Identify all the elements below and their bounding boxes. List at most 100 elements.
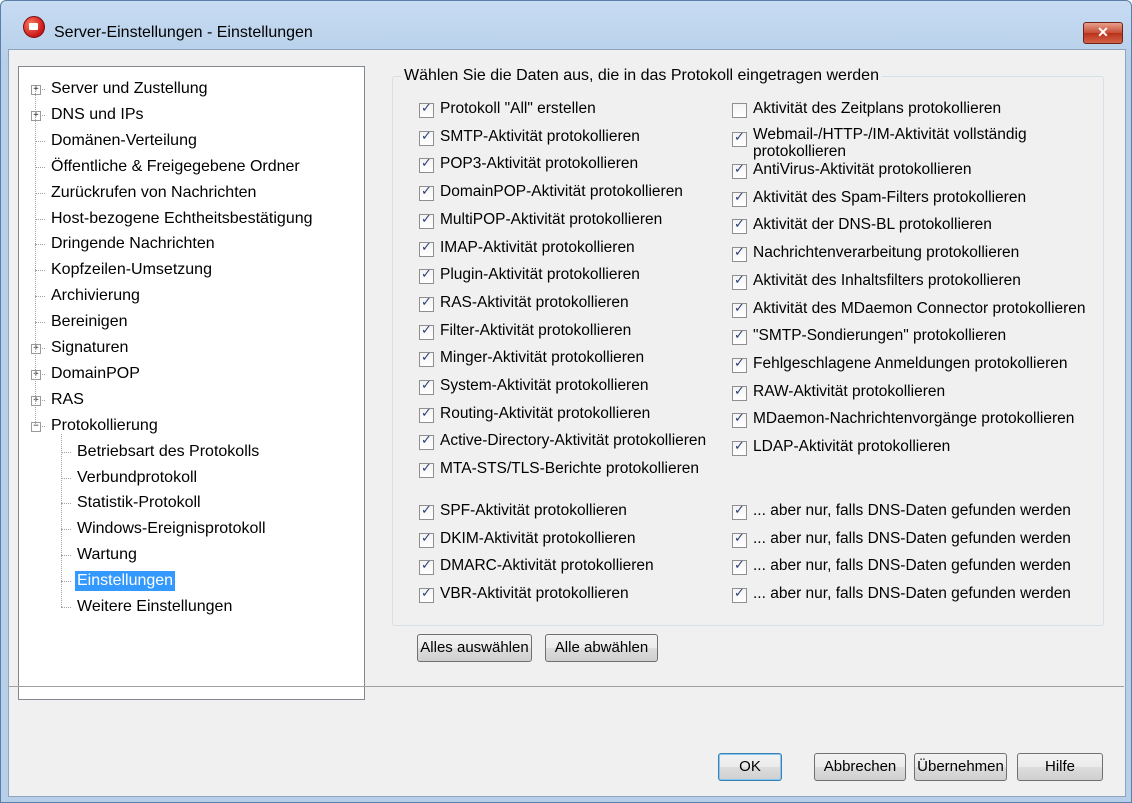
tree-item[interactable]: Kopfzeilen-Umsetzung [51,260,212,280]
checkbox-checked-icon[interactable] [732,190,747,207]
checkbox-checked-icon[interactable] [732,130,747,147]
checkbox-checked-icon[interactable] [419,101,434,118]
checkbox-checked-icon[interactable] [732,162,747,179]
log-option-checkbox[interactable]: Aktivität des Inhaltsfilters protokollie… [732,272,1021,294]
checkbox-checked-icon[interactable] [419,461,434,479]
checkbox-checked-icon[interactable] [419,433,434,451]
tree-item[interactable]: Wartung [77,545,137,565]
checkbox-checked-icon[interactable] [732,503,747,520]
checkbox-checked-icon[interactable] [419,558,434,575]
tree-item[interactable]: Betriebsart des Protokolls [77,442,259,462]
checkbox-checked-icon[interactable] [732,531,747,548]
log-option-checkbox[interactable]: System-Aktivität protokollieren [419,377,648,399]
log-option-checkbox[interactable]: Fehlgeschlagene Anmeldungen protokollier… [732,355,1068,377]
log-option-checkbox[interactable]: Protokoll "All" erstellen [419,100,596,122]
dns-only-option-checkbox[interactable]: ... aber nur, falls DNS-Daten gefunden w… [732,557,1071,579]
log-option-checkbox[interactable]: Aktivität des Spam-Filters protokolliere… [732,189,1026,211]
checkbox-checked-icon[interactable] [732,356,747,373]
log-option-checkbox[interactable]: SMTP-Aktivität protokollieren [419,128,640,150]
log-option-checkbox[interactable]: Aktivität des MDaemon Connector protokol… [732,300,1086,322]
log-option-checkbox[interactable]: AntiVirus-Aktivität protokollieren [732,161,972,183]
checkbox-checked-icon[interactable] [732,245,747,263]
tree-item[interactable]: Signaturen [51,338,128,358]
checkbox-unchecked-icon[interactable] [732,103,747,118]
log-option-checkbox[interactable]: Plugin-Aktivität protokollieren [419,266,640,288]
tree-item[interactable]: DNS und IPs [51,105,143,125]
log-option-checkbox[interactable]: Active-Directory-Aktivität protokolliere… [419,432,706,454]
tree-item[interactable]: Verbundprotokoll [77,468,197,488]
cancel-button[interactable]: Abbrechen [814,753,906,781]
tree-item[interactable]: Archivierung [51,286,140,306]
log-option-checkbox[interactable]: MultiPOP-Aktivität protokollieren [419,211,662,233]
checkbox-checked-icon[interactable] [419,350,434,368]
expand-icon[interactable]: + [31,344,41,354]
expand-icon[interactable]: + [31,85,41,95]
log-option-checkbox[interactable]: Webmail-/HTTP-/IM-Aktivität vollständig … [732,126,1083,160]
log-option-checkbox[interactable]: RAS-Aktivität protokollieren [419,294,629,316]
tree-item[interactable]: Dringende Nachrichten [51,234,215,254]
tree-item[interactable]: RAS [51,390,84,410]
checkbox-checked-icon[interactable] [419,378,434,395]
tree-item[interactable]: Server und Zustellung [51,79,208,99]
auth-log-option-checkbox[interactable]: SPF-Aktivität protokollieren [419,502,627,524]
log-option-checkbox[interactable]: POP3-Aktivität protokollieren [419,155,638,177]
log-option-checkbox[interactable]: "SMTP-Sondierungen" protokollieren [732,327,1006,349]
tree-item[interactable]: Bereinigen [51,312,128,332]
apply-button[interactable]: Übernehmen [914,753,1007,781]
checkbox-checked-icon[interactable] [419,323,434,340]
checkbox-checked-icon[interactable] [732,439,747,456]
tree-item[interactable]: Zurückrufen von Nachrichten [51,183,256,203]
checkbox-checked-icon[interactable] [419,267,434,285]
tree-item[interactable]: Öffentliche & Freigegebene Ordner [51,157,300,177]
expand-icon[interactable]: + [31,369,41,380]
log-option-checkbox[interactable]: MTA-STS/TLS-Berichte protokollieren [419,460,699,482]
deselect-all-button[interactable]: Alle abwählen [545,634,658,662]
tree-item[interactable]: Statistik-Protokoll [77,493,201,513]
checkbox-checked-icon[interactable] [732,411,747,429]
auth-log-option-checkbox[interactable]: DMARC-Aktivität protokollieren [419,557,654,579]
log-option-checkbox[interactable]: Aktivität der DNS-BL protokollieren [732,216,992,238]
checkbox-checked-icon[interactable] [419,406,434,423]
checkbox-checked-icon[interactable] [732,586,747,603]
checkbox-checked-icon[interactable] [419,240,434,257]
dns-only-option-checkbox[interactable]: ... aber nur, falls DNS-Daten gefunden w… [732,585,1071,607]
auth-log-option-checkbox[interactable]: VBR-Aktivität protokollieren [419,585,629,607]
expand-icon[interactable]: + [31,110,41,121]
checkbox-checked-icon[interactable] [732,217,747,235]
checkbox-checked-icon[interactable] [419,156,434,174]
log-option-checkbox[interactable]: Aktivität des Zeitplans protokollieren [732,100,1001,122]
checkbox-checked-icon[interactable] [732,384,747,401]
checkbox-checked-icon[interactable] [419,295,434,312]
collapse-icon[interactable]: − [31,421,41,432]
log-option-checkbox[interactable]: Routing-Aktivität protokollieren [419,405,650,427]
expand-icon[interactable]: + [31,395,41,406]
tree-item[interactable]: Windows-Ereignisprotokoll [77,519,266,539]
log-option-checkbox[interactable]: LDAP-Aktivität protokollieren [732,438,950,460]
select-all-button[interactable]: Alles auswählen [417,634,532,662]
dns-only-option-checkbox[interactable]: ... aber nur, falls DNS-Daten gefunden w… [732,530,1071,552]
tree-item[interactable]: Host-bezogene Echtheitsbestätigung [51,209,313,229]
log-option-checkbox[interactable]: MDaemon-Nachrichtenvorgänge protokollier… [732,410,1074,432]
checkbox-checked-icon[interactable] [419,531,434,548]
checkbox-checked-icon[interactable] [419,212,434,229]
log-option-checkbox[interactable]: DomainPOP-Aktivität protokollieren [419,183,683,205]
log-option-checkbox[interactable]: RAW-Aktivität protokollieren [732,383,945,405]
tree-item[interactable]: Einstellungen [75,571,176,592]
checkbox-checked-icon[interactable] [732,273,747,290]
title-bar[interactable]: Server-Einstellungen - Einstellungen ✕ [1,1,1131,44]
checkbox-checked-icon[interactable] [419,586,434,603]
checkbox-checked-icon[interactable] [732,558,747,575]
auth-log-option-checkbox[interactable]: DKIM-Aktivität protokollieren [419,530,636,552]
checkbox-checked-icon[interactable] [732,301,747,318]
tree-item[interactable]: Domänen-Verteilung [51,131,197,151]
checkbox-checked-icon[interactable] [419,184,434,202]
log-option-checkbox[interactable]: Nachrichtenverarbeitung protokollieren [732,244,1019,266]
log-option-checkbox[interactable]: Filter-Aktivität protokollieren [419,322,631,344]
tree-item[interactable]: DomainPOP [51,364,140,384]
close-button[interactable]: ✕ [1083,22,1123,44]
settings-tree[interactable]: + Server und Zustellung + DNS und IPs Domäne… [18,66,365,700]
dns-only-option-checkbox[interactable]: ... aber nur, falls DNS-Daten gefunden w… [732,502,1071,524]
tree-item[interactable]: Weitere Einstellungen [77,597,232,617]
checkbox-checked-icon[interactable] [732,328,747,346]
checkbox-checked-icon[interactable] [419,503,434,520]
